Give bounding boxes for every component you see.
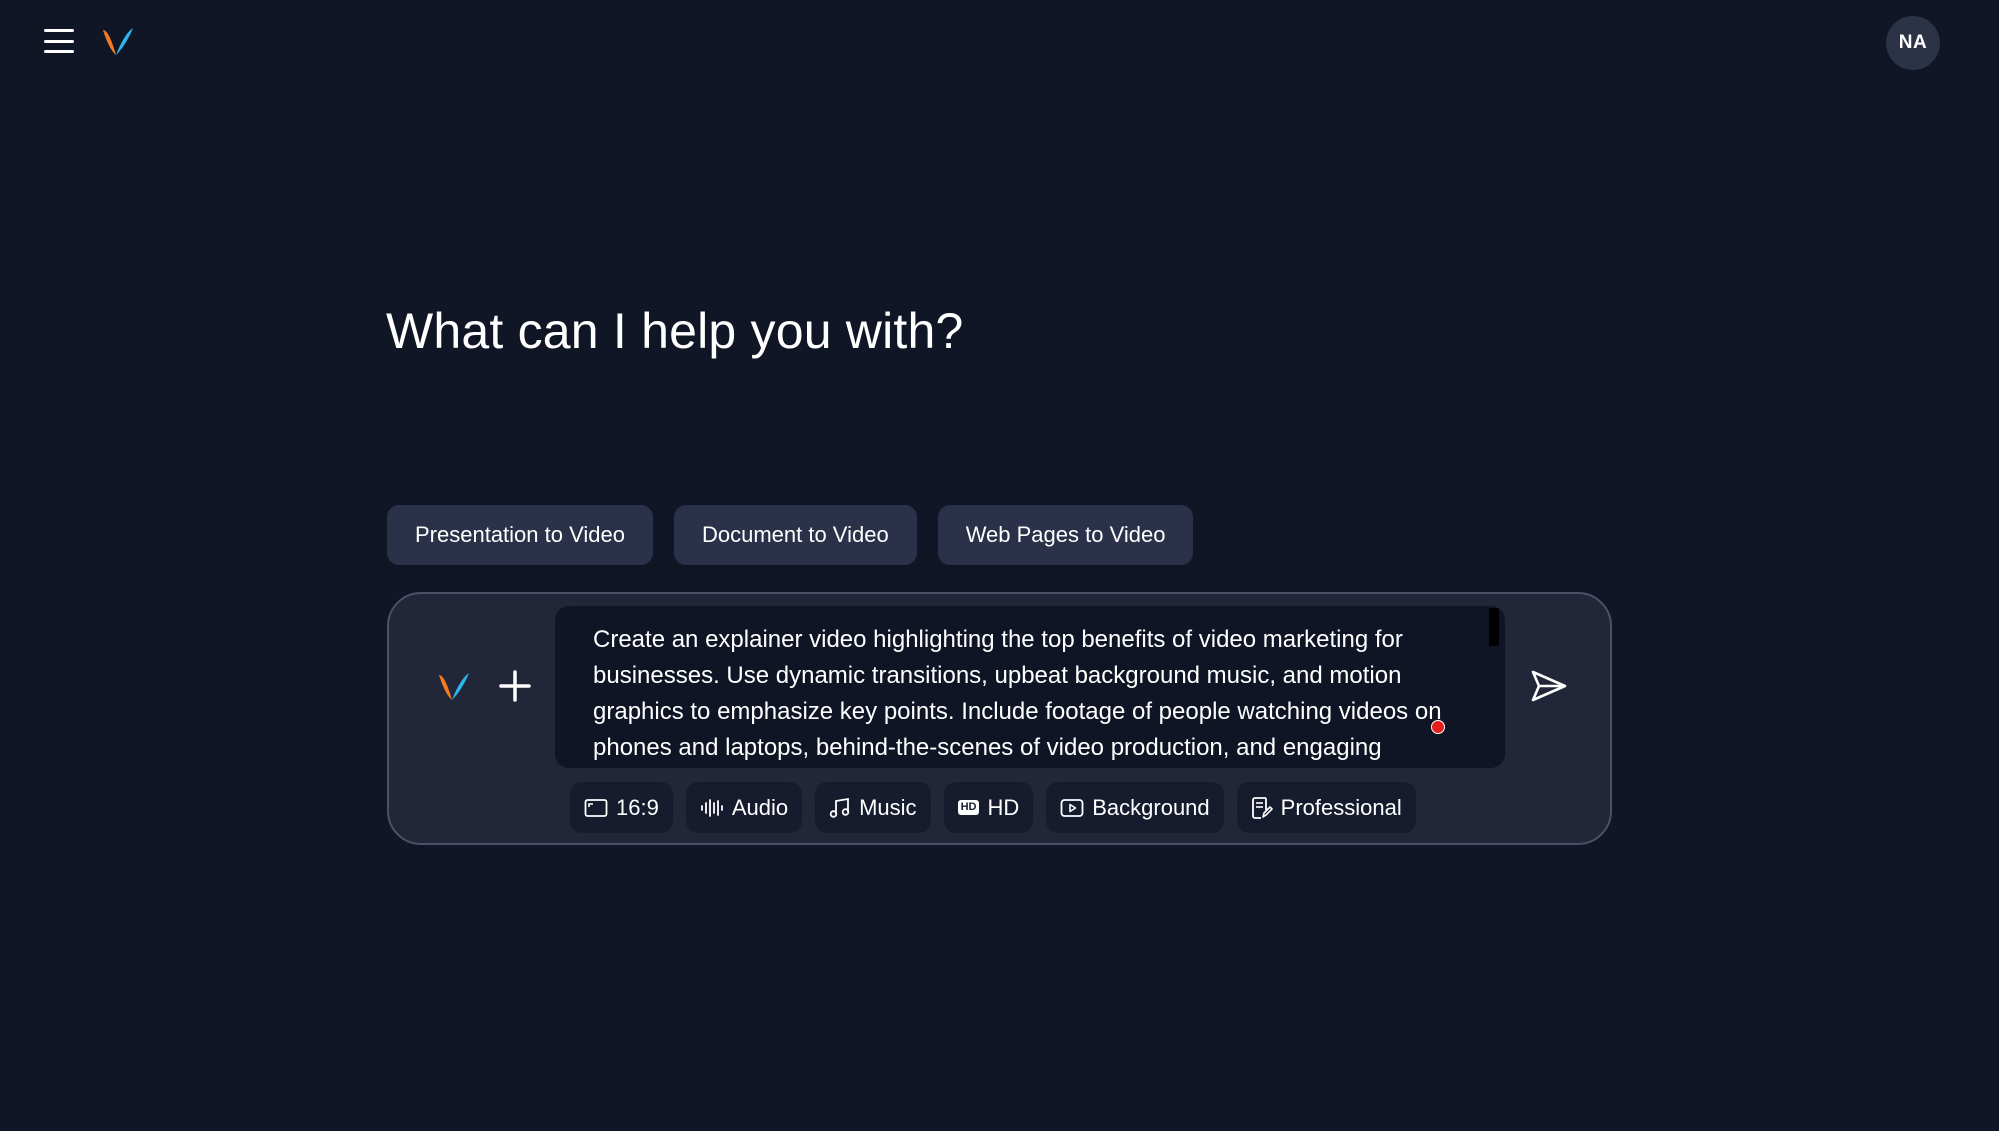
user-avatar[interactable]: NA — [1886, 16, 1940, 70]
hd-icon: HD — [957, 800, 980, 815]
prompt-composer: Create an explainer video highlighting t… — [387, 592, 1612, 845]
aspect-ratio-option[interactable]: 16:9 — [570, 782, 673, 833]
style-label: Professional — [1280, 794, 1402, 820]
quality-label: HD — [987, 794, 1020, 820]
suggestion-document-to-video[interactable]: Document to Video — [673, 505, 917, 565]
prompt-text: Create an explainer video highlighting t… — [593, 626, 1442, 761]
prompt-input[interactable]: Create an explainer video highlighting t… — [555, 606, 1505, 768]
add-attachment-button[interactable] — [493, 664, 537, 708]
music-option[interactable]: Music — [815, 782, 931, 833]
v-logo-icon[interactable] — [101, 24, 135, 58]
plus-icon — [499, 670, 531, 702]
v-logo-icon — [439, 673, 469, 700]
background-label: Background — [1092, 794, 1210, 820]
suggestion-presentation-to-video[interactable]: Presentation to Video — [387, 505, 653, 565]
aspect-ratio-icon — [584, 798, 608, 818]
hamburger-menu-icon[interactable] — [40, 26, 78, 56]
send-icon — [1531, 670, 1567, 702]
style-option[interactable]: Professional — [1236, 782, 1416, 833]
music-note-icon — [829, 797, 851, 819]
document-edit-icon — [1251, 796, 1273, 820]
music-label: Music — [859, 794, 917, 820]
background-option[interactable]: Background — [1046, 782, 1224, 833]
send-button[interactable] — [1527, 666, 1571, 706]
prompt-scrollbar[interactable] — [1489, 608, 1499, 646]
play-box-icon — [1060, 798, 1084, 818]
aspect-ratio-label: 16:9 — [616, 794, 659, 820]
audio-label: Audio — [731, 794, 789, 820]
mouse-cursor-marker — [1431, 720, 1445, 734]
video-options-bar: 16:9 Audio Music HD HD Background Profes… — [570, 782, 1416, 833]
app-page: NA What can I help you with? Presentatio… — [0, 0, 1999, 1131]
suggestion-chips: Presentation to Video Document to Video … — [387, 505, 1194, 565]
audio-waveform-icon — [700, 798, 724, 818]
suggestion-web-pages-to-video[interactable]: Web Pages to Video — [937, 505, 1194, 565]
page-title: What can I help you with? — [386, 303, 964, 359]
audio-option[interactable]: Audio — [685, 782, 803, 833]
quality-option[interactable]: HD HD — [943, 782, 1034, 833]
